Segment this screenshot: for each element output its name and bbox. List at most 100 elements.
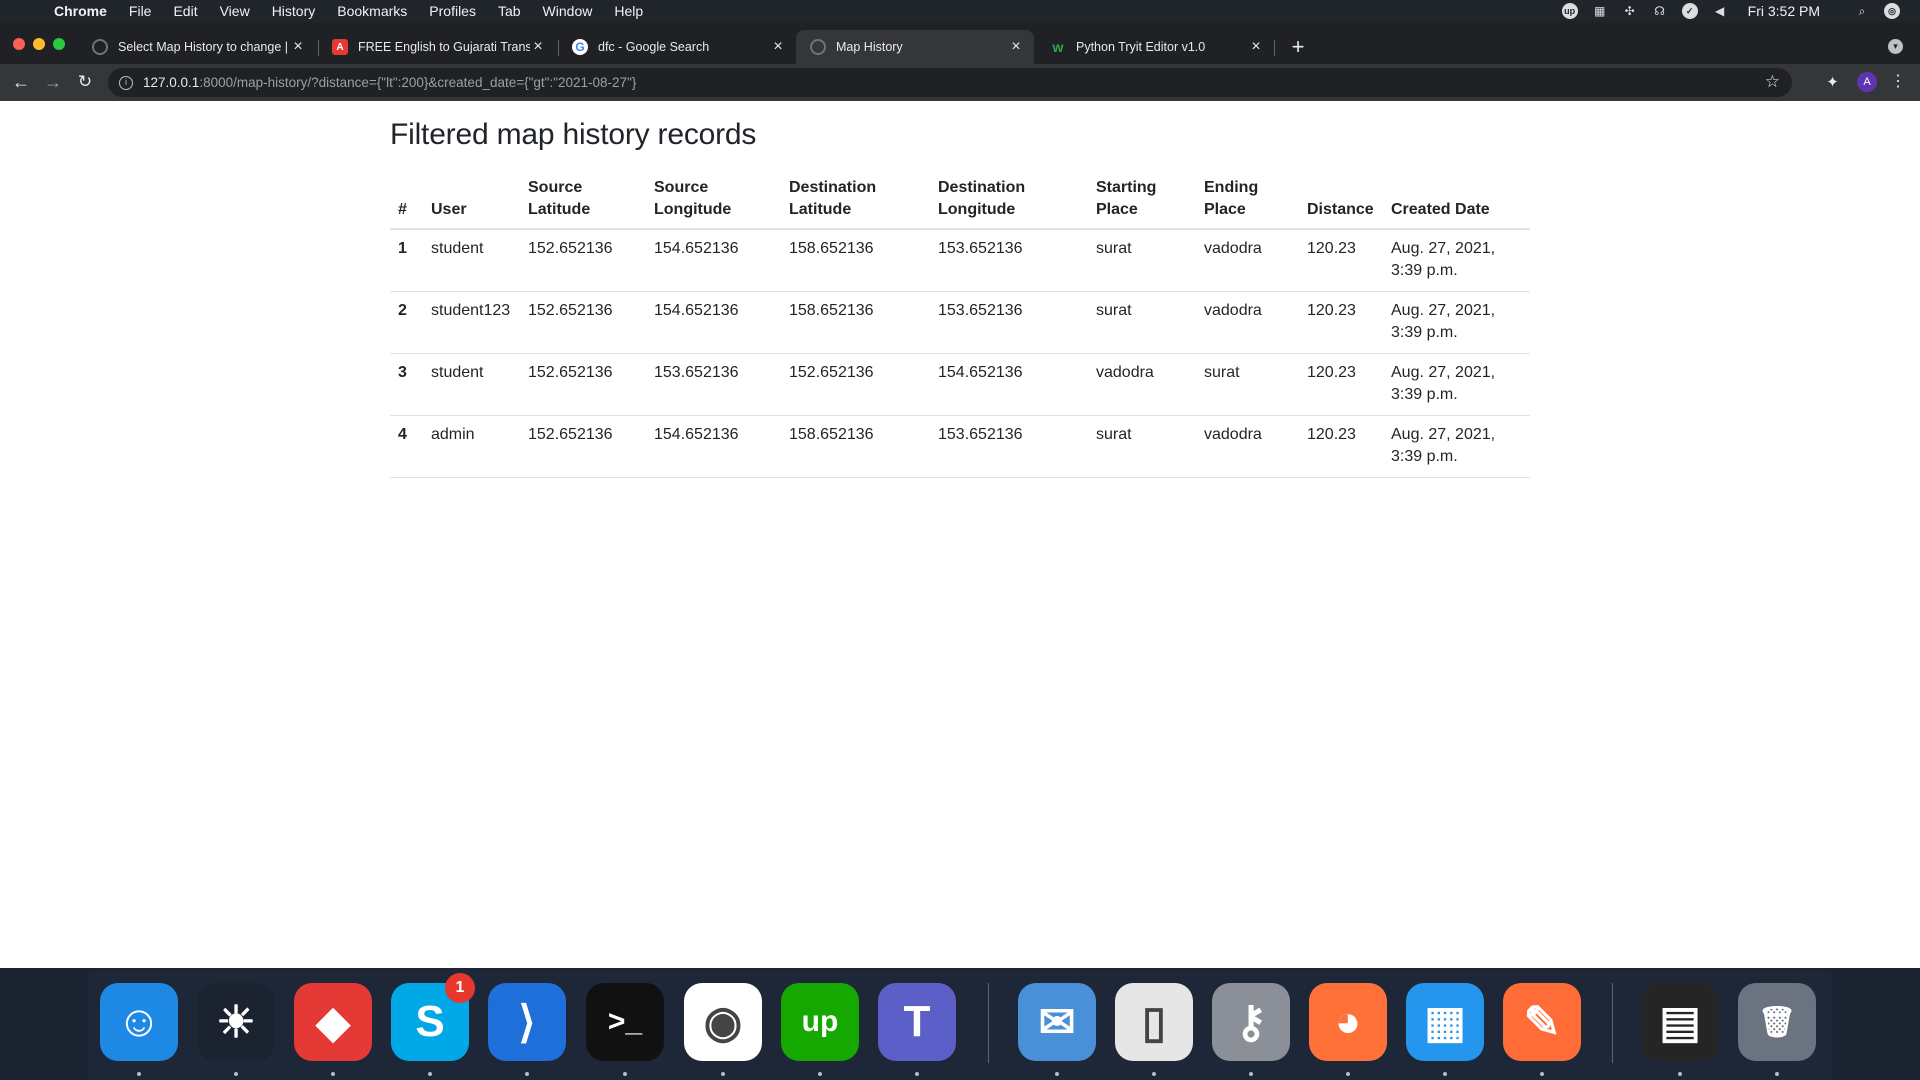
mail-dock-icon[interactable]: ✉ (1018, 983, 1096, 1061)
finder-dock-icon[interactable]: ☺ (100, 983, 178, 1061)
tab-title: Select Map History to change | Django si… (118, 40, 290, 54)
profile-avatar[interactable]: A (1857, 72, 1877, 92)
address-bar[interactable]: i 127.0.0.1:8000/map-history/?distance={… (108, 68, 1792, 97)
table-header-row: # User Source Latitude Source Longitude … (390, 169, 1530, 230)
column-header: Starting Place (1088, 169, 1196, 230)
menu-window[interactable]: Window (543, 3, 593, 19)
table-cell: student (423, 353, 520, 416)
close-tab-icon[interactable]: × (290, 38, 306, 56)
running-indicator (1152, 1072, 1156, 1076)
globe-icon (810, 39, 826, 55)
firefox-dock-icon[interactable]: ◕ (1309, 983, 1387, 1061)
trash-glyph: 🗑 (1757, 1005, 1797, 1039)
finder-glyph: ☺ (116, 997, 162, 1046)
terminal-dock-icon[interactable]: >_ (586, 983, 664, 1061)
column-header: Distance (1299, 169, 1383, 230)
extensions-puzzle-icon[interactable]: ✦ (1823, 73, 1842, 92)
upwork-tray-icon[interactable]: up (1561, 3, 1578, 19)
anydesk-dock-icon[interactable]: ◆ (294, 983, 372, 1061)
trash-dock-icon[interactable]: 🗑 (1738, 983, 1816, 1061)
docker-tray-icon[interactable]: ▦ (1592, 3, 1608, 19)
libreoffice-dock-icon[interactable]: ▯ (1115, 983, 1193, 1061)
ghostery-tray-icon[interactable]: ☊ (1652, 3, 1668, 19)
back-button[interactable]: ← (11, 72, 31, 92)
siri-icon[interactable]: ◎ (1884, 3, 1900, 19)
menu-bookmarks[interactable]: Bookmarks (337, 3, 407, 19)
table-cell: surat (1088, 415, 1196, 478)
skype-dock-icon[interactable]: S1 (391, 973, 475, 1061)
dock: ☺ ☀ ◆ S 1 ⟩ >_ ◉ up T ✉ ▯ ⚷ ◕ ▦ ✎ ▤ 🗑 (88, 969, 1832, 1080)
tab-strip: Select Map History to change | Django si… (0, 22, 1920, 64)
translate-icon: A (332, 39, 348, 55)
sunflower-dock-icon[interactable]: ☀ (197, 983, 275, 1061)
menu-chrome[interactable]: Chrome (54, 3, 107, 19)
close-tab-icon[interactable]: × (1248, 38, 1264, 56)
close-tab-icon[interactable]: × (530, 38, 546, 56)
tab-google-search[interactable]: G dfc - Google Search × (558, 30, 796, 64)
chrome-dock-icon[interactable]: ◉ (684, 983, 762, 1061)
tab-map-history[interactable]: Map History × (796, 30, 1034, 64)
url-host: 127.0.0.1 (143, 75, 200, 90)
table-cell: admin (423, 415, 520, 478)
table-cell: surat (1088, 229, 1196, 292)
column-header: User (423, 169, 520, 230)
table-cell: Aug. 27, 2021, 3:39 p.m. (1383, 353, 1530, 416)
menu-help[interactable]: Help (614, 3, 643, 19)
table-cell: vadodra (1196, 415, 1299, 478)
chrome-glyph: ◉ (703, 997, 743, 1047)
menu-edit[interactable]: Edit (173, 3, 197, 19)
check-tray-icon[interactable]: ✓ (1681, 3, 1698, 19)
table-cell: 120.23 (1299, 415, 1383, 478)
new-tab-button[interactable]: + (1286, 36, 1310, 60)
menu-file[interactable]: File (129, 3, 152, 19)
tab-gujarati-translation[interactable]: A FREE English to Gujarati Translation × (318, 30, 556, 64)
zoom-window-button[interactable] (53, 38, 65, 50)
reload-button[interactable]: ↻ (75, 72, 95, 92)
tab-python-tryit[interactable]: w Python Tryit Editor v1.0 × (1036, 30, 1274, 64)
vscode-window-dock-icon[interactable]: ▤ (1641, 983, 1719, 1061)
vscode-dock-icon[interactable]: ⟩ (488, 983, 566, 1061)
docker-dock-icon[interactable]: ▦ (1406, 983, 1484, 1061)
teams-dock-icon[interactable]: T (878, 983, 956, 1061)
vscode-window-glyph: ▤ (1659, 997, 1701, 1047)
postman-dock-icon[interactable]: ✎ (1503, 983, 1581, 1061)
table-cell: 153.652136 (646, 353, 781, 416)
chrome-menu-icon[interactable]: ⋮ (1890, 72, 1906, 92)
forward-button[interactable]: → (43, 72, 63, 92)
table-cell: 158.652136 (781, 415, 930, 478)
column-header: Created Date (1383, 169, 1530, 230)
upwork-dock-icon[interactable]: up (781, 983, 859, 1061)
tab-title: dfc - Google Search (598, 40, 710, 54)
keychain-glyph: ⚷ (1234, 997, 1268, 1047)
tab-django-admin[interactable]: Select Map History to change | Django si… (78, 30, 316, 64)
table-row: 4 admin 152.652136 154.652136 158.652136… (390, 415, 1530, 478)
globe-icon (92, 39, 108, 55)
column-header: Destination Longitude (930, 169, 1088, 230)
tab-search-icon[interactable]: ▾ (1888, 39, 1903, 54)
minimize-window-button[interactable] (33, 38, 45, 50)
site-info-icon[interactable]: i (119, 75, 133, 90)
close-tab-icon[interactable]: × (770, 38, 786, 56)
network-tray-icon[interactable]: ✣ (1622, 3, 1638, 19)
url-text[interactable]: 127.0.0.1:8000/map-history/?distance={"l… (143, 75, 636, 90)
running-indicator (1055, 1072, 1059, 1076)
table-cell: 152.652136 (520, 291, 646, 354)
spotlight-search-icon[interactable]: ⌕ (1854, 3, 1870, 19)
menu-tab[interactable]: Tab (498, 3, 521, 19)
menu-view[interactable]: View (220, 3, 250, 19)
keychain-dock-icon[interactable]: ⚷ (1212, 983, 1290, 1061)
tab-separator (1274, 40, 1275, 56)
table-cell: student123 (423, 291, 520, 354)
menu-history[interactable]: History (272, 3, 316, 19)
close-window-button[interactable] (13, 38, 25, 50)
running-indicator (721, 1072, 725, 1076)
volume-tray-icon[interactable]: ◀ (1712, 3, 1728, 19)
running-indicator (234, 1072, 238, 1076)
menubar-clock[interactable]: Fri 3:52 PM (1748, 3, 1820, 19)
close-tab-icon[interactable]: × (1008, 38, 1024, 56)
tab-title: Python Tryit Editor v1.0 (1076, 40, 1206, 54)
menu-profiles[interactable]: Profiles (429, 3, 476, 19)
bookmark-star-icon[interactable]: ☆ (1765, 72, 1780, 92)
running-indicator (818, 1072, 822, 1076)
postman-glyph: ✎ (1523, 997, 1561, 1047)
